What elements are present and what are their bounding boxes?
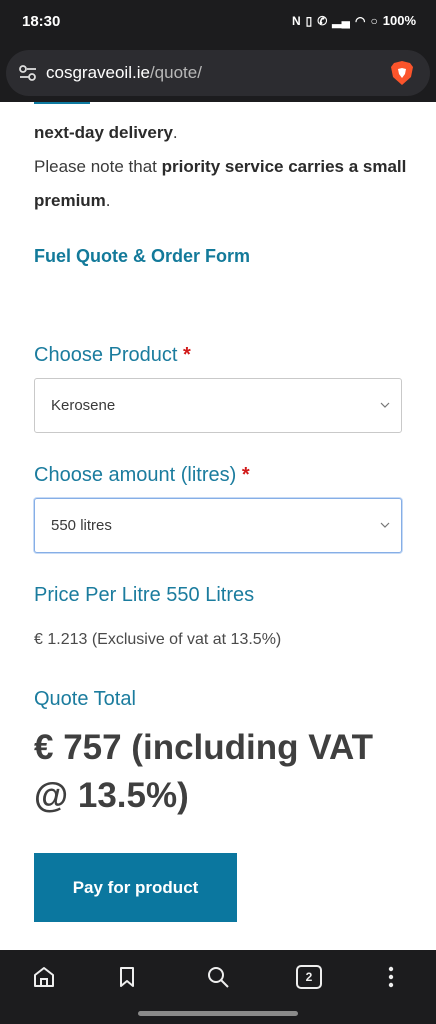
price-per-litre-label: Price Per Litre 550 Litres [34,584,255,606]
url-domain: cosgraveoil.ie [46,63,150,82]
status-icons: N ▯ ✆ ▂▄ ◠ ○ 100% [292,13,416,28]
home-icon[interactable] [31,964,57,990]
quote-total-label: Quote Total [34,688,136,710]
battery-level: 100% [382,13,416,28]
amount-label: Choose amount (litres) * [34,464,250,486]
pay-for-product-button[interactable]: Pay for product [34,853,237,922]
signal-icon: ▂▄ [332,13,351,28]
site-settings-icon[interactable] [18,64,38,82]
amount-select-value: 550 litres [51,517,112,534]
address-bar[interactable]: cosgraveoil.ie/quote/ [6,50,430,96]
status-time: 18:30 [22,13,61,30]
url-path: /quote/ [149,63,202,82]
priority-note-start: Please note that [34,157,162,176]
status-bar: 18:30 N ▯ ✆ ▂▄ ◠ ○ 100% [0,0,436,44]
chevron-down-icon [380,522,390,528]
chevron-down-icon [380,402,390,408]
next-day-delivery-text: next-day delivery [34,123,173,142]
required-mark: * [182,344,191,366]
form-title: Fuel Quote & Order Form [34,246,251,266]
product-select[interactable]: Kerosene [34,378,402,433]
page-content: next-day delivery. Please note that prio… [0,102,436,950]
browser-toolbar: cosgraveoil.ie/quote/ [0,46,436,102]
tab-count: 2 [305,970,313,984]
more-menu-icon[interactable] [378,964,404,990]
nfc-icon: N [291,13,301,28]
quote-total-value: € 757 (including VAT @ 13.5%) [34,728,374,815]
tabs-button[interactable]: 2 [296,965,322,989]
product-label: Choose Product * [34,344,191,366]
brave-shields-icon[interactable] [388,59,416,87]
price-per-litre-value: € 1.213 (Exclusive of vat at 13.5%) [34,631,282,648]
wifi-icon: ◠ [355,13,366,28]
delivery-note: next-day delivery. Please note that prio… [34,123,407,210]
gesture-bar[interactable] [138,1011,298,1016]
url-text[interactable]: cosgraveoil.ie/quote/ [46,63,202,83]
vibrate-icon: ▯ [305,13,313,28]
battery-icon: ○ [370,13,378,28]
required-mark: * [241,464,250,486]
partial-link-underline [34,102,90,104]
bookmark-icon[interactable] [114,964,140,990]
search-icon[interactable] [205,964,231,990]
product-select-value: Kerosene [51,397,116,414]
call-icon: ✆ [317,13,328,28]
amount-select[interactable]: 550 litres [34,498,402,553]
